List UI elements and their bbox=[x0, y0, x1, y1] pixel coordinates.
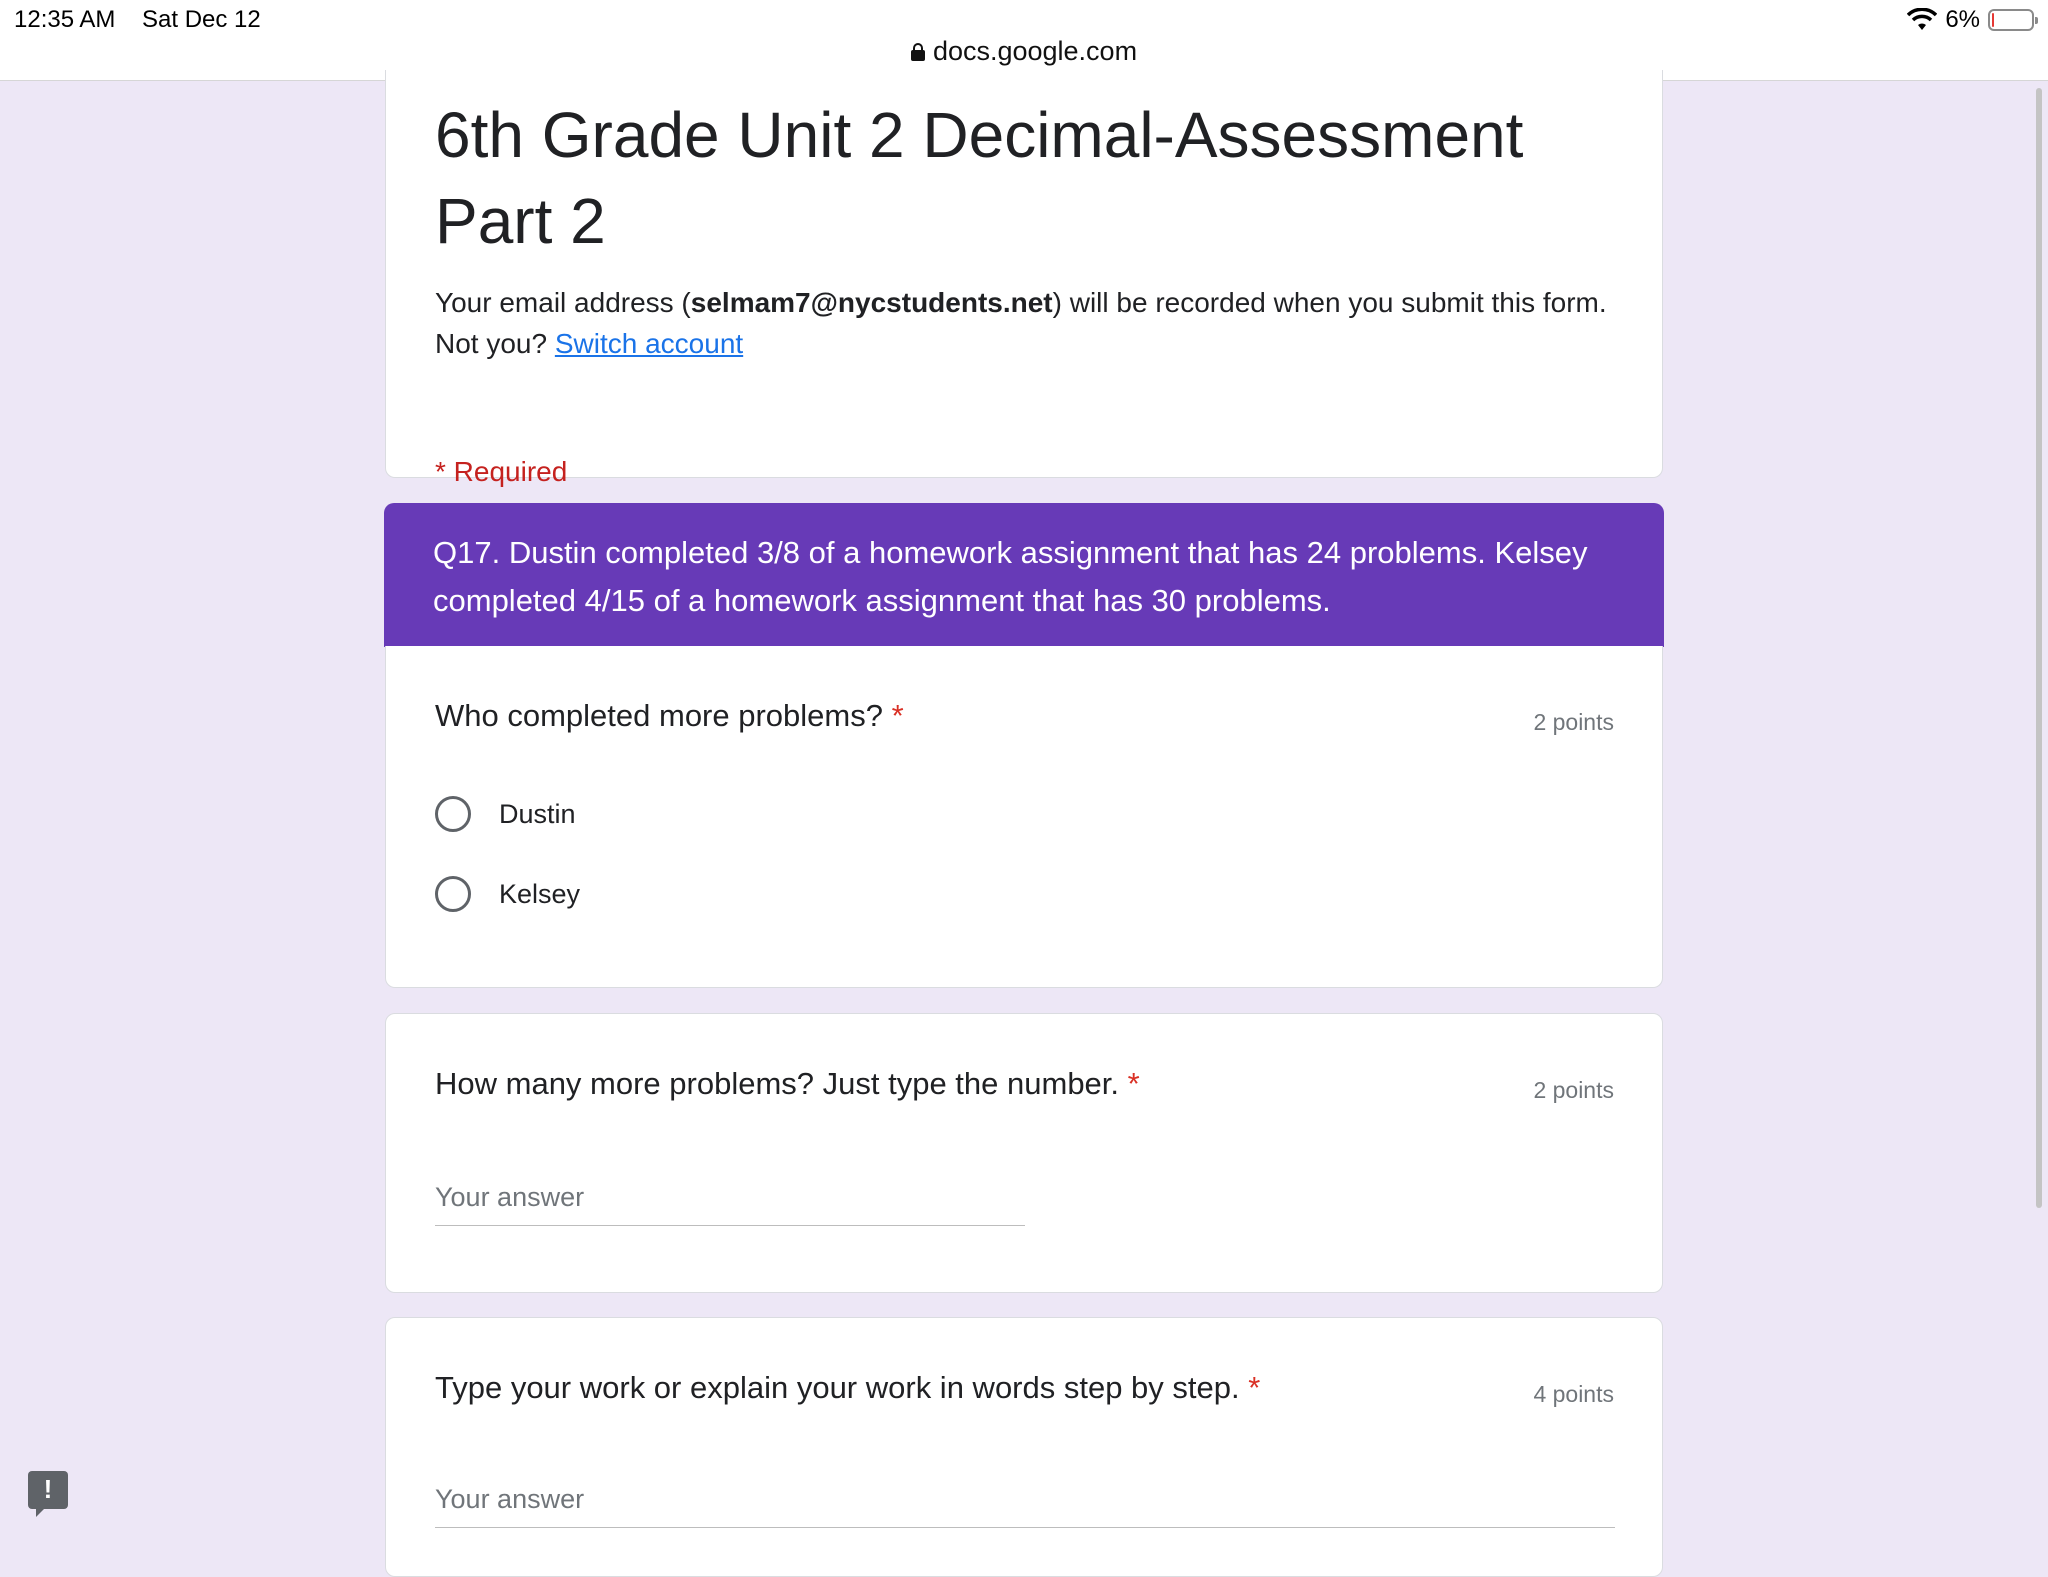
lock-icon bbox=[910, 42, 925, 61]
email-notice: Your email address (selmam7@nycstudents.… bbox=[435, 282, 1615, 364]
required-note: * Required bbox=[435, 456, 568, 487]
status-indicators: 6% bbox=[1907, 6, 2038, 34]
option-dustin[interactable]: Dustin bbox=[435, 796, 576, 832]
address-bar[interactable]: docs.google.com bbox=[0, 36, 2048, 67]
question-title-text: Who completed more problems? bbox=[435, 698, 883, 733]
question-title: How many more problems? Just type the nu… bbox=[435, 1066, 1140, 1102]
email-notice-prefix: Your email address ( bbox=[435, 287, 691, 318]
switch-account-link[interactable]: Switch account bbox=[555, 328, 743, 359]
question-card-who-completed: Who completed more problems? * 2 points … bbox=[385, 646, 1663, 988]
radio-button[interactable] bbox=[435, 876, 471, 912]
radio-button[interactable] bbox=[435, 796, 471, 832]
question-title: Who completed more problems? * bbox=[435, 698, 904, 734]
question-points: 4 points bbox=[1533, 1381, 1614, 1407]
option-kelsey[interactable]: Kelsey bbox=[435, 876, 580, 912]
battery-icon bbox=[1988, 9, 2038, 31]
required-asterisk: * bbox=[891, 698, 904, 733]
question-points: 2 points bbox=[1533, 1077, 1614, 1103]
status-and-url-bar: 12:35 AM Sat Dec 12 6% docs.google.com bbox=[0, 0, 2048, 81]
scrollbar[interactable] bbox=[2036, 88, 2042, 1208]
form-header-card: 6th Grade Unit 2 Decimal-Assessment Part… bbox=[385, 70, 1663, 487]
url-text: docs.google.com bbox=[932, 36, 1138, 66]
section-description: Q17. Dustin completed 3/8 of a homework … bbox=[384, 503, 1664, 647]
wifi-icon bbox=[1907, 8, 1938, 30]
question-points: 2 points bbox=[1533, 709, 1614, 735]
question-title: Type your work or explain your work in w… bbox=[435, 1370, 1260, 1406]
question-title-text: How many more problems? Just type the nu… bbox=[435, 1066, 1120, 1101]
option-label: Dustin bbox=[499, 798, 576, 829]
battery-percent: 6% bbox=[1945, 6, 1980, 33]
email-address: selmam7@nycstudents.net bbox=[690, 287, 1053, 318]
feedback-button[interactable]: ! bbox=[28, 1471, 68, 1517]
required-asterisk: * bbox=[1127, 1066, 1140, 1101]
status-time: 12:35 AM bbox=[14, 6, 116, 33]
answer-textarea[interactable]: Your answer bbox=[435, 1484, 1615, 1528]
answer-input[interactable]: Your answer bbox=[435, 1182, 1025, 1226]
form-title: 6th Grade Unit 2 Decimal-Assessment Part… bbox=[435, 99, 1524, 257]
question-card-how-many-more: How many more problems? Just type the nu… bbox=[385, 1013, 1663, 1293]
question-card-explain-work: Type your work or explain your work in w… bbox=[385, 1317, 1663, 1577]
required-asterisk: * bbox=[1248, 1370, 1261, 1405]
status-date: Sat Dec 12 bbox=[142, 6, 261, 33]
option-label: Kelsey bbox=[499, 878, 581, 909]
question-title-text: Type your work or explain your work in w… bbox=[435, 1370, 1240, 1405]
